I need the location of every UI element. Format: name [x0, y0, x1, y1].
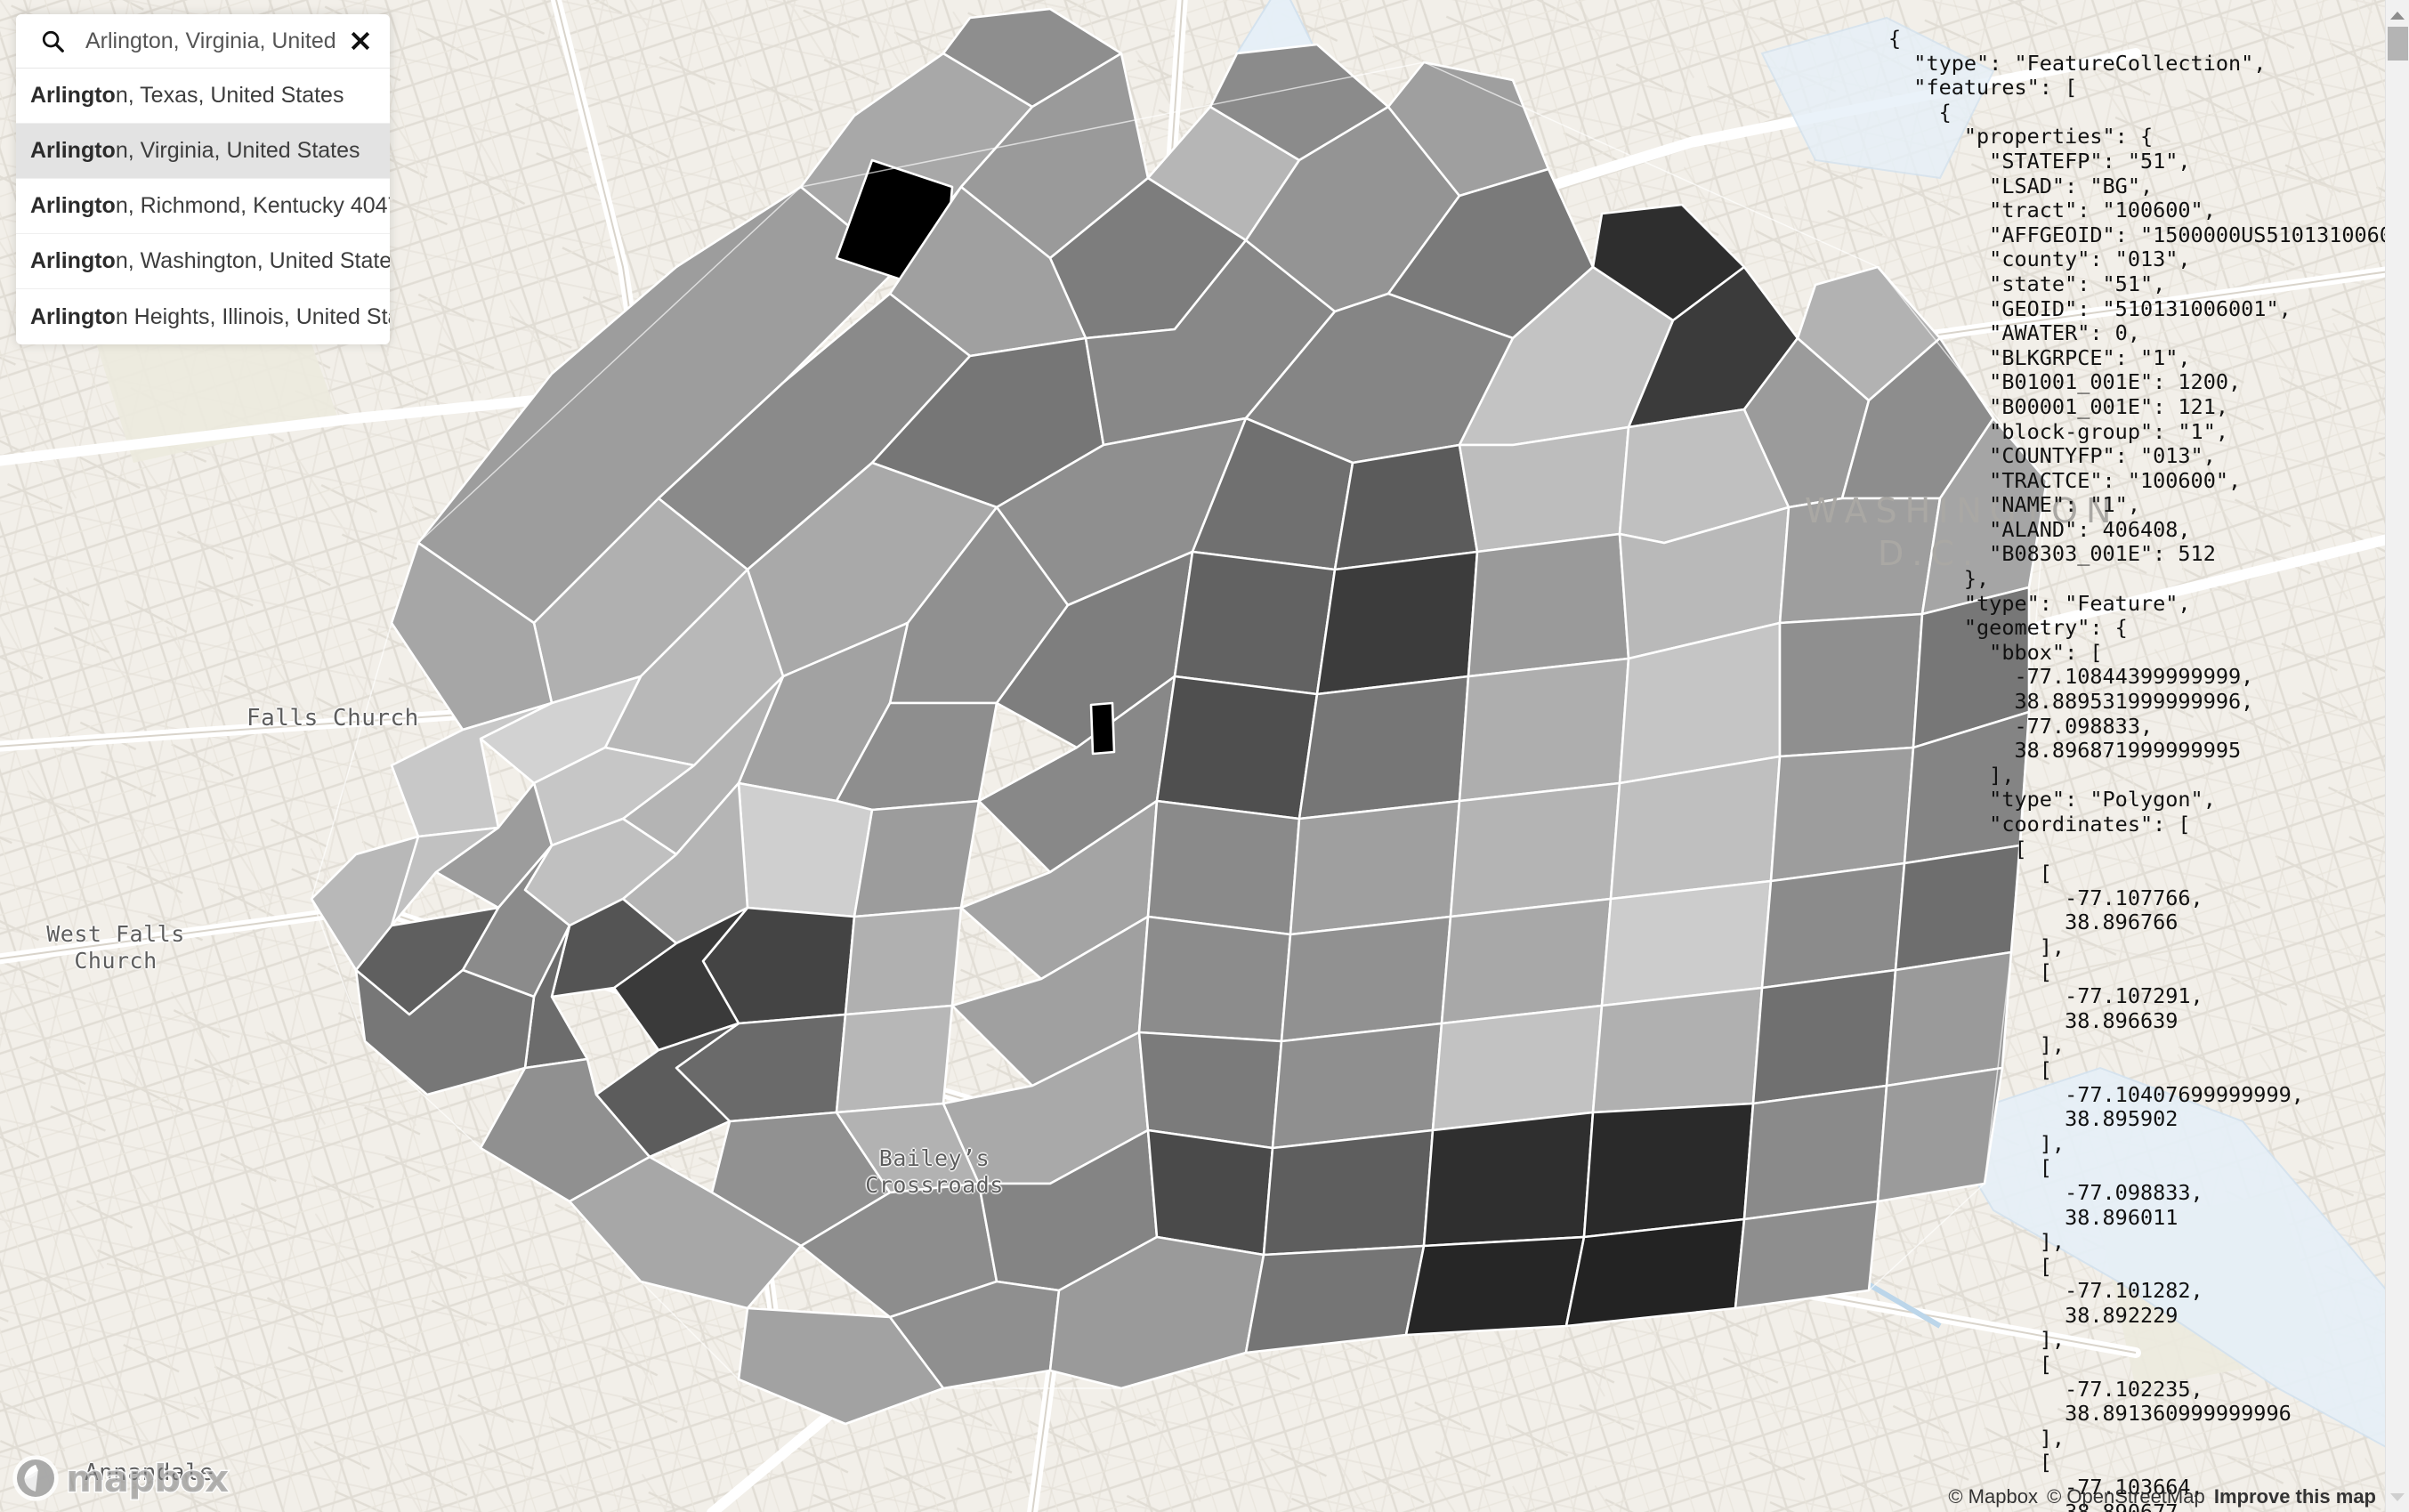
search-icon	[42, 30, 64, 53]
map-application: Falls Church West Falls Church Bailey’s …	[0, 0, 2409, 1512]
suggestion-match: Arlingto	[30, 83, 116, 108]
scroll-up-button[interactable]	[2386, 4, 2409, 27]
suggestion-item[interactable]: Arlington Heights, Illinois, United Stat…	[16, 289, 390, 344]
suggestion-item[interactable]: Arlington, Richmond, Kentucky 40475…	[16, 179, 390, 234]
attribution-mapbox[interactable]: © Mapbox	[1948, 1485, 2038, 1508]
geocoder-widget[interactable]: Arlington, Texas, United StatesArlington…	[16, 14, 390, 344]
suggestion-match: Arlingto	[30, 248, 116, 273]
close-icon	[351, 31, 370, 51]
chevron-up-icon	[2390, 11, 2405, 20]
chevron-down-icon	[2390, 1492, 2405, 1501]
suggestion-match: Arlingto	[30, 303, 116, 329]
suggestion-rest: n, Washington, United States	[115, 248, 390, 273]
attribution-bar[interactable]: © Mapbox © OpenStreetMap Improve this ma…	[1948, 1485, 2380, 1508]
suggestion-match: Arlingto	[30, 138, 116, 163]
suggestion-item[interactable]: Arlingto n, Virginia, United States	[16, 124, 390, 179]
attribution-improve-link[interactable]: Improve this map	[2214, 1485, 2376, 1508]
suggestion-item[interactable]: Arlingto n, Texas, United States	[16, 69, 390, 124]
mapbox-logo[interactable]: mapbox	[11, 1453, 230, 1503]
suggestion-rest: n, Richmond, Kentucky 40475…	[115, 193, 390, 218]
attribution-osm[interactable]: © OpenStreetMap	[2047, 1485, 2205, 1508]
suggestion-rest: n Heights, Illinois, United States	[115, 303, 390, 329]
search-bar[interactable]	[16, 14, 390, 68]
search-input[interactable]	[66, 28, 345, 54]
suggestion-list[interactable]: Arlingto n, Texas, United States Arlingto n…	[16, 68, 390, 344]
suggestion-rest: n, Texas, United States	[115, 83, 344, 108]
mapbox-wordmark: mapbox	[64, 1455, 230, 1501]
suggestion-match: Arlingto	[30, 193, 116, 218]
scroll-down-button[interactable]	[2386, 1485, 2409, 1508]
suggestion-rest: n, Virginia, United States	[115, 138, 360, 163]
scrollbar-thumb[interactable]	[2388, 27, 2408, 61]
mapbox-logo-icon	[12, 1455, 59, 1501]
suggestion-item[interactable]: Arlingto n, Washington, United States	[16, 234, 390, 289]
clear-search-button[interactable]	[345, 26, 376, 56]
page-scrollbar[interactable]	[2385, 0, 2409, 1512]
